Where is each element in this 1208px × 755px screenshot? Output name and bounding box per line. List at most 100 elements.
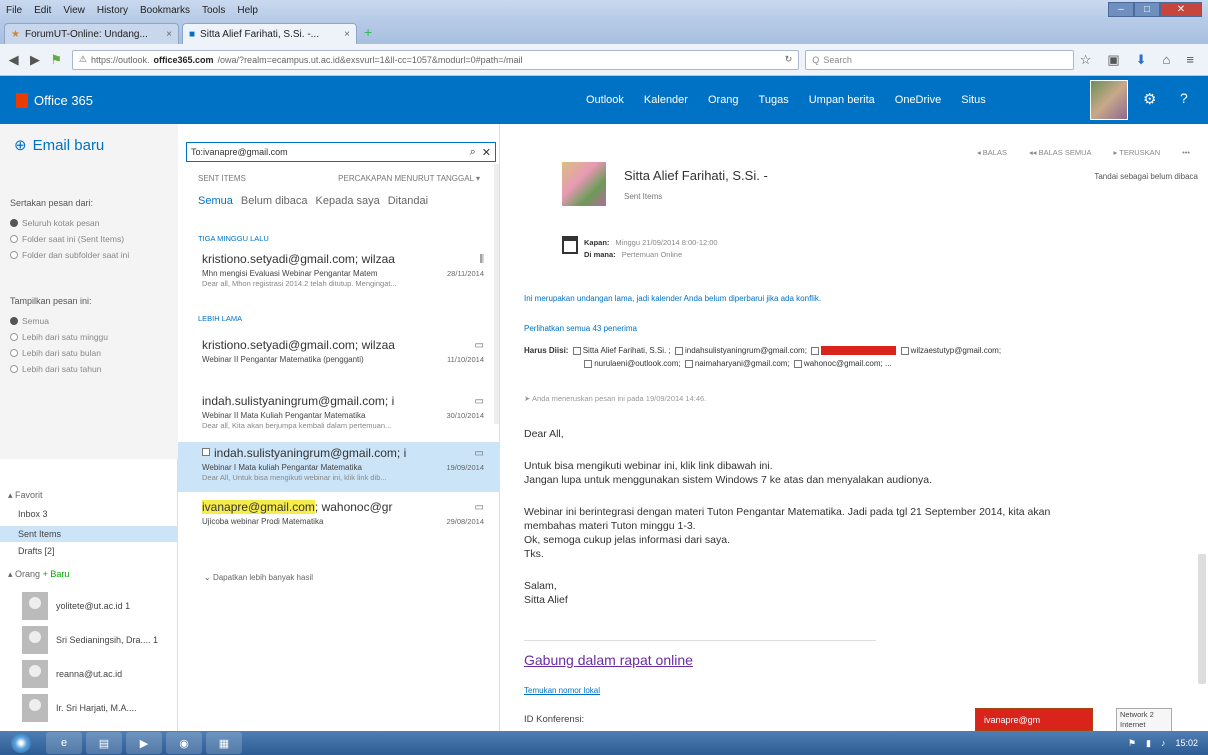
person-item[interactable]: reanna@ut.ac.id [22, 660, 122, 688]
hamburger-menu-icon[interactable]: ≡ [1186, 52, 1194, 68]
firefox-taskbar-icon[interactable]: ◉ [166, 732, 202, 754]
browser-search[interactable]: Q Search [805, 49, 1074, 70]
recipient[interactable]: Sitta Alief Farihati, S.Si. ; [583, 346, 671, 355]
menu-tools[interactable]: Tools [202, 5, 225, 16]
search-icon[interactable]: ⌕ [470, 146, 476, 159]
explorer-taskbar-icon[interactable]: ▤ [86, 732, 122, 754]
nav-outlook[interactable]: Outlook [586, 94, 624, 106]
list-item[interactable]: kristiono.setyadi@gmail.com; wilzaa ⫼ Mh… [178, 248, 500, 298]
volume-icon[interactable]: ♪ [1161, 738, 1166, 748]
back-icon[interactable]: ◀ [6, 52, 21, 68]
recipient[interactable]: nurulaeni@outlook.com; [594, 359, 680, 368]
reply-all-button[interactable]: ◂◂ BALAS SEMUA [1029, 148, 1092, 157]
list-item[interactable]: indah.sulistyaningrum@gmail.com; i ▭ Web… [178, 390, 500, 440]
folder-inbox[interactable]: Inbox 3 [18, 509, 48, 519]
help-icon[interactable]: ? [1180, 90, 1188, 106]
folder-drafts[interactable]: Drafts [2] [18, 546, 55, 556]
more-actions-icon[interactable]: ••• [1182, 148, 1190, 157]
menu-bookmarks[interactable]: Bookmarks [140, 5, 190, 16]
menu-help[interactable]: Help [237, 5, 258, 16]
join-meeting-link[interactable]: Gabung dalam rapat online [524, 652, 693, 668]
checkbox-icon[interactable] [900, 346, 909, 355]
nav-orang[interactable]: Orang [708, 94, 739, 106]
nav-tugas[interactable]: Tugas [759, 94, 789, 106]
ie-taskbar-icon[interactable]: e [46, 732, 82, 754]
nav-kalender[interactable]: Kalender [644, 94, 688, 106]
list-item[interactable]: kristiono.setyadi@gmail.com; wilzaa ▭ We… [178, 334, 500, 384]
o365-logo[interactable]: Office 365 [0, 92, 93, 108]
scrollbar[interactable] [494, 164, 499, 424]
recipient[interactable]: wilzaestutyp@gmail.com; [911, 346, 1001, 355]
people-header[interactable]: ▴ Orang + Baru [8, 569, 69, 580]
url-bar[interactable]: ⚠ https://outlook. office365.com/owa/?rea… [71, 49, 800, 70]
reload-icon[interactable]: ↻ [785, 54, 793, 65]
folder-sent-items[interactable]: Sent Items [0, 526, 178, 542]
nav-umpan-berita[interactable]: Umpan berita [809, 94, 875, 106]
new-tab-icon[interactable]: + [364, 24, 372, 40]
close-window-icon[interactable]: ✕ [1160, 2, 1202, 17]
show-all-recipients-link[interactable]: Perlihatkan semua 43 penerima [524, 324, 637, 333]
scope-option[interactable]: Seluruh kotak pesan [10, 218, 100, 228]
forward-icon[interactable]: ▶ [27, 52, 42, 68]
search-input[interactable]: To:ivanapre@gmail.com ⌕ ✕ [186, 142, 496, 162]
filter-all[interactable]: Semua [198, 195, 233, 207]
checkbox-icon[interactable] [674, 346, 683, 355]
person-item[interactable]: Ir. Sri Harjati, M.A.... [22, 694, 137, 722]
clipboard-icon[interactable]: ▣ [1107, 52, 1119, 68]
minimize-icon[interactable]: – [1108, 2, 1134, 17]
load-more-link[interactable]: ⌄ Dapatkan lebih banyak hasil [204, 573, 313, 582]
tab-close-icon[interactable]: × [166, 29, 172, 40]
recipient[interactable]: wahonoc@gmail.com; [804, 359, 883, 368]
people-new[interactable]: + Baru [43, 569, 70, 579]
list-item[interactable]: indah.sulistyaningrum@gmail.com; i ▭ Web… [178, 442, 500, 492]
checkbox-icon[interactable] [684, 359, 693, 368]
recipient-highlighted[interactable]: ivanapre@gmail.com [821, 346, 897, 355]
checkbox-icon[interactable] [793, 359, 802, 368]
forward-button[interactable]: ▸ TERUSKAN [1114, 148, 1161, 157]
tab-outlook[interactable]: ■ Sitta Alief Farihati, S.Si. -... × [182, 23, 357, 44]
time-option[interactable]: Lebih dari satu tahun [10, 364, 101, 374]
flag-icon[interactable]: ⚑ [1128, 738, 1136, 749]
scope-option[interactable]: Folder dan subfolder saat ini [10, 250, 129, 260]
select-checkbox[interactable] [202, 448, 210, 456]
new-mail-button[interactable]: ⊕ Email baru [14, 136, 104, 155]
mark-unread-link[interactable]: Tandai sebagai belum dibaca [1094, 172, 1198, 181]
local-number-link[interactable]: Temukan nomor lokal [524, 686, 600, 695]
time-option[interactable]: Lebih dari satu minggu [10, 332, 108, 342]
maximize-icon[interactable]: □ [1134, 2, 1160, 17]
menu-history[interactable]: History [97, 5, 128, 16]
nav-situs[interactable]: Situs [961, 94, 985, 106]
person-item[interactable]: yolitete@ut.ac.id 1 [22, 592, 130, 620]
start-button[interactable] [0, 731, 42, 755]
list-item[interactable]: ivanapre@gmail.com; wahonoc@gr ▭ Ujicoba… [178, 496, 500, 546]
reply-button[interactable]: ◂ BALAS [977, 148, 1007, 157]
checkbox-icon[interactable] [584, 359, 593, 368]
menu-view[interactable]: View [63, 5, 85, 16]
download-icon[interactable]: ⬇ [1136, 52, 1147, 68]
favorites-header[interactable]: ▴ Favorit [8, 490, 43, 501]
home-icon[interactable]: ⌂ [1163, 52, 1171, 68]
media-taskbar-icon[interactable]: ▶ [126, 732, 162, 754]
filter-flagged[interactable]: Ditandai [388, 195, 428, 207]
sort-dropdown[interactable]: PERCAKAPAN MENURUT TANGGAL ▾ [338, 174, 480, 183]
notification-popup[interactable]: ivanapre@gm [975, 708, 1093, 731]
checkbox-icon[interactable] [572, 346, 581, 355]
gear-icon[interactable]: ⚙ [1143, 90, 1156, 108]
clock[interactable]: 15:02 [1175, 738, 1198, 748]
tab-close-icon[interactable]: × [344, 29, 350, 40]
filter-to-me[interactable]: Kepada saya [316, 195, 380, 207]
tab-forum[interactable]: ★ ForumUT-Online: Undang... × [4, 23, 179, 44]
pin-icon[interactable]: ⚑ [49, 52, 64, 68]
time-option[interactable]: Semua [10, 316, 49, 326]
nav-onedrive[interactable]: OneDrive [895, 94, 941, 106]
avatar[interactable] [1090, 80, 1128, 120]
scope-option[interactable]: Folder saat ini (Sent Items) [10, 234, 124, 244]
sender-name[interactable]: Sitta Alief Farihati, S.Si. - [624, 168, 768, 183]
person-item[interactable]: Sri Sedianingsih, Dra.... 1 [22, 626, 158, 654]
window-taskbar-icon[interactable]: ▦ [206, 732, 242, 754]
star-icon[interactable]: ☆ [1080, 52, 1092, 68]
clear-search-icon[interactable]: ✕ [482, 146, 491, 159]
time-option[interactable]: Lebih dari satu bulan [10, 348, 101, 358]
recipient[interactable]: indahsulistyaningrum@gmail.com; [685, 346, 807, 355]
filter-unread[interactable]: Belum dibaca [241, 195, 308, 207]
